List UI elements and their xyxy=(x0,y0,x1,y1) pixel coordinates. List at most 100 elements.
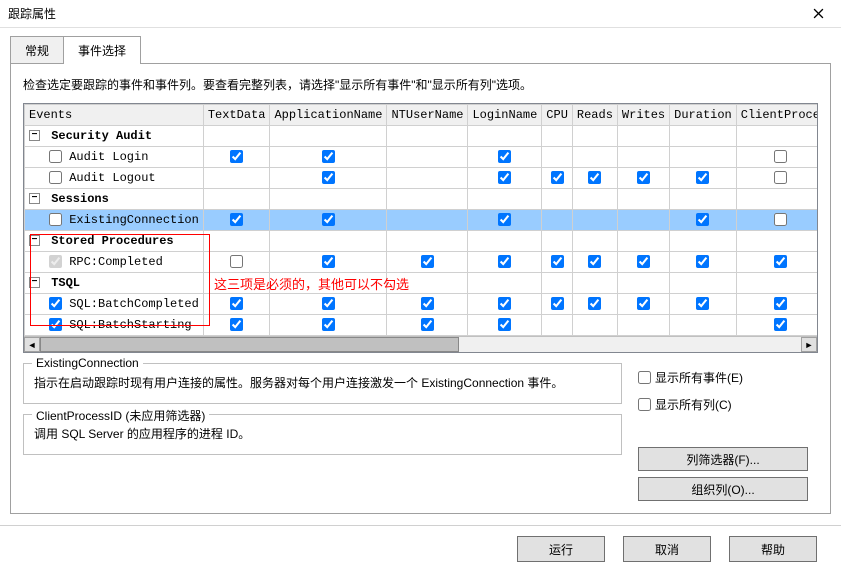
event-checkbox[interactable] xyxy=(322,213,335,226)
event-checkbox[interactable] xyxy=(588,255,601,268)
event-checkbox[interactable] xyxy=(322,171,335,184)
event-checkbox[interactable] xyxy=(637,255,650,268)
group-label: Sessions xyxy=(44,192,109,206)
event-checkbox[interactable] xyxy=(49,171,62,184)
window-titlebar: 跟踪属性 xyxy=(0,0,841,28)
event-label: SQL:BatchStarting xyxy=(62,318,192,332)
show-all-events-checkbox[interactable] xyxy=(638,371,651,384)
description-groupbox: ExistingConnection 指示在启动跟踪时现有用户连接的属性。服务器… xyxy=(23,363,622,404)
event-label: ExistingConnection xyxy=(62,213,199,227)
event-checkbox[interactable] xyxy=(498,297,511,310)
event-checkbox[interactable] xyxy=(551,171,564,184)
table-row[interactable]: Audit Login xyxy=(25,147,818,168)
table-row[interactable]: ExistingConnection xyxy=(25,210,818,231)
column-header-events[interactable]: Events xyxy=(25,105,204,126)
column-header-loginname[interactable]: LoginName xyxy=(468,105,542,126)
event-checkbox[interactable] xyxy=(498,213,511,226)
filter-groupbox: ClientProcessID (未应用筛选器) 调用 SQL Server 的… xyxy=(23,414,622,455)
scroll-right-button[interactable]: ► xyxy=(801,337,817,352)
event-checkbox[interactable] xyxy=(774,171,787,184)
event-checkbox[interactable] xyxy=(696,171,709,184)
event-checkbox[interactable] xyxy=(588,297,601,310)
events-grid-container: 这三项是必须的，其他可以不勾选 EventsTextDataApplicatio… xyxy=(23,103,818,353)
event-checkbox[interactable] xyxy=(774,297,787,310)
show-all-columns-checkbox[interactable] xyxy=(638,398,651,411)
event-checkbox[interactable] xyxy=(230,297,243,310)
event-checkbox[interactable] xyxy=(322,255,335,268)
event-checkbox[interactable] xyxy=(322,297,335,310)
column-header-writes[interactable]: Writes xyxy=(617,105,669,126)
collapse-icon[interactable]: − xyxy=(29,235,40,246)
event-checkbox[interactable] xyxy=(498,150,511,163)
events-grid[interactable]: EventsTextDataApplicationNameNTUserNameL… xyxy=(24,104,817,336)
event-checkbox[interactable] xyxy=(49,297,62,310)
event-checkbox[interactable] xyxy=(230,150,243,163)
column-header-ntusername[interactable]: NTUserName xyxy=(387,105,468,126)
tab-general[interactable]: 常规 xyxy=(10,36,64,64)
event-checkbox[interactable] xyxy=(230,318,243,331)
event-checkbox[interactable] xyxy=(498,171,511,184)
event-checkbox[interactable] xyxy=(774,318,787,331)
description-title: ExistingConnection xyxy=(32,356,143,370)
table-row[interactable]: − Sessions xyxy=(25,189,818,210)
table-row[interactable]: SQL:BatchStarting xyxy=(25,315,818,336)
event-checkbox[interactable] xyxy=(774,213,787,226)
event-checkbox[interactable] xyxy=(696,255,709,268)
event-checkbox[interactable] xyxy=(322,318,335,331)
window-close-button[interactable] xyxy=(796,0,841,28)
event-checkbox[interactable] xyxy=(498,318,511,331)
event-checkbox[interactable] xyxy=(49,150,62,163)
event-checkbox[interactable] xyxy=(551,255,564,268)
column-header-applicationname[interactable]: ApplicationName xyxy=(270,105,387,126)
table-row[interactable]: − Stored Procedures xyxy=(25,231,818,252)
dialog-footer: 运行 取消 帮助 xyxy=(0,525,841,572)
column-header-textdata[interactable]: TextData xyxy=(203,105,270,126)
event-checkbox[interactable] xyxy=(49,318,62,331)
column-filter-button[interactable]: 列筛选器(F)... xyxy=(638,447,808,471)
event-checkbox[interactable] xyxy=(637,171,650,184)
show-all-columns-label: 显示所有列(C) xyxy=(655,396,732,413)
show-all-events-option[interactable]: 显示所有事件(E) xyxy=(638,369,818,386)
collapse-icon[interactable]: − xyxy=(29,130,40,141)
horizontal-scrollbar[interactable]: ◄ ► xyxy=(24,336,817,352)
cancel-button[interactable]: 取消 xyxy=(623,536,711,562)
event-checkbox[interactable] xyxy=(498,255,511,268)
event-checkbox[interactable] xyxy=(421,255,434,268)
column-header-cpu[interactable]: CPU xyxy=(542,105,573,126)
event-checkbox[interactable] xyxy=(637,297,650,310)
event-checkbox[interactable] xyxy=(588,171,601,184)
column-header-clientproce[interactable]: ClientProce xyxy=(736,105,817,126)
event-checkbox[interactable] xyxy=(421,318,434,331)
table-row[interactable]: − TSQL xyxy=(25,273,818,294)
event-checkbox[interactable] xyxy=(230,213,243,226)
event-checkbox[interactable] xyxy=(322,150,335,163)
collapse-icon[interactable]: − xyxy=(29,193,40,204)
show-all-columns-option[interactable]: 显示所有列(C) xyxy=(638,396,818,413)
table-row[interactable]: Audit Logout xyxy=(25,168,818,189)
event-label: Audit Logout xyxy=(62,171,156,185)
event-checkbox[interactable] xyxy=(551,297,564,310)
organize-columns-button[interactable]: 组织列(O)... xyxy=(638,477,808,501)
event-checkbox[interactable] xyxy=(696,297,709,310)
scroll-track[interactable] xyxy=(40,337,801,352)
event-checkbox[interactable] xyxy=(230,255,243,268)
table-row[interactable]: RPC:Completed xyxy=(25,252,818,273)
event-checkbox[interactable] xyxy=(774,150,787,163)
column-header-duration[interactable]: Duration xyxy=(670,105,737,126)
table-row[interactable]: SQL:BatchCompleted xyxy=(25,294,818,315)
collapse-icon[interactable]: − xyxy=(29,277,40,288)
event-checkbox[interactable] xyxy=(421,297,434,310)
run-button[interactable]: 运行 xyxy=(517,536,605,562)
column-header-reads[interactable]: Reads xyxy=(572,105,617,126)
tab-events[interactable]: 事件选择 xyxy=(63,36,141,64)
event-checkbox[interactable] xyxy=(774,255,787,268)
event-checkbox[interactable] xyxy=(49,213,62,226)
help-button[interactable]: 帮助 xyxy=(729,536,817,562)
event-checkbox[interactable] xyxy=(49,255,62,268)
scroll-thumb[interactable] xyxy=(40,337,459,352)
group-label: Stored Procedures xyxy=(44,234,174,248)
event-checkbox[interactable] xyxy=(696,213,709,226)
window-title: 跟踪属性 xyxy=(8,5,796,22)
scroll-left-button[interactable]: ◄ xyxy=(24,337,40,352)
table-row[interactable]: − Security Audit xyxy=(25,126,818,147)
